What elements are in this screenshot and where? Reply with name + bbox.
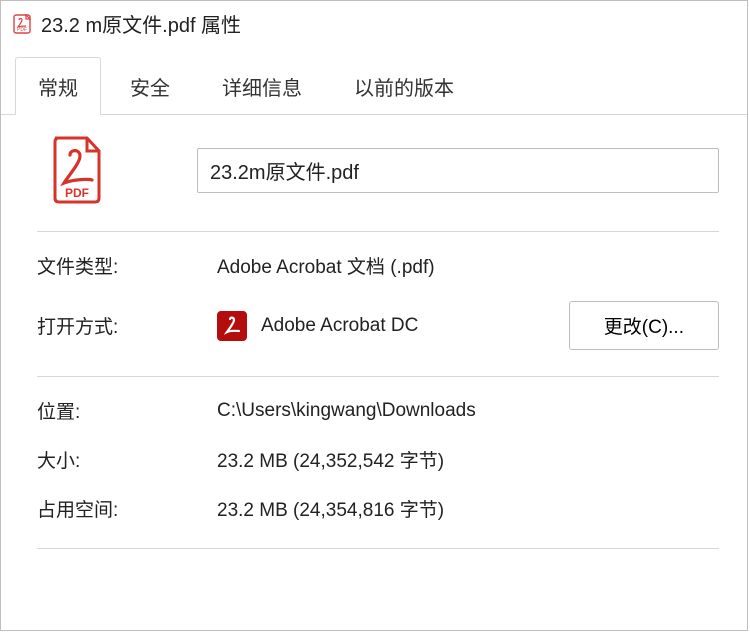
divider	[37, 548, 719, 549]
tab-previous-versions[interactable]: 以前的版本	[331, 57, 477, 115]
window-title: 23.2 m原文件.pdf 属性	[41, 9, 241, 38]
label-open-with: 打开方式:	[37, 312, 217, 339]
pdf-icon: PDF	[13, 14, 31, 34]
general-panel: PDF 文件类型: Adobe Acrobat 文档 (.pdf) 打开方式:	[1, 115, 747, 549]
label-file-type: 文件类型:	[37, 252, 217, 279]
label-size-on-disk: 占用空间:	[37, 495, 217, 522]
filename-field	[197, 148, 719, 193]
tab-general[interactable]: 常规	[15, 57, 101, 115]
open-with-app-name: Adobe Acrobat DC	[261, 315, 418, 337]
svg-text:PDF: PDF	[17, 27, 27, 33]
value-file-type: Adobe Acrobat 文档 (.pdf)	[217, 252, 719, 279]
pdf-badge-text: PDF	[65, 186, 89, 200]
row-file-type: 文件类型: Adobe Acrobat 文档 (.pdf)	[37, 252, 719, 279]
label-size: 大小:	[37, 446, 217, 473]
label-location: 位置:	[37, 397, 217, 424]
filename-input[interactable]	[197, 148, 719, 193]
value-size-on-disk: 23.2 MB (24,354,816 字节)	[217, 495, 719, 522]
value-location: C:\Users\kingwang\Downloads	[217, 400, 719, 422]
tab-security[interactable]: 安全	[107, 57, 193, 115]
row-open-with: 打开方式: Adobe Acrobat DC 更改(C)...	[37, 301, 719, 350]
file-header: PDF	[37, 135, 719, 205]
divider	[37, 376, 719, 377]
value-size: 23.2 MB (24,352,542 字节)	[217, 446, 719, 473]
row-size: 大小: 23.2 MB (24,352,542 字节)	[37, 446, 719, 473]
change-open-with-button[interactable]: 更改(C)...	[569, 301, 719, 350]
titlebar: PDF 23.2 m原文件.pdf 属性	[1, 1, 747, 46]
properties-dialog: PDF 23.2 m原文件.pdf 属性 常规 安全 详细信息 以前的版本 PD…	[0, 0, 748, 631]
divider	[37, 231, 719, 232]
row-location: 位置: C:\Users\kingwang\Downloads	[37, 397, 719, 424]
tab-strip: 常规 安全 详细信息 以前的版本	[1, 56, 747, 115]
row-size-on-disk: 占用空间: 23.2 MB (24,354,816 字节)	[37, 495, 719, 522]
client-area: 常规 安全 详细信息 以前的版本 PDF	[1, 46, 747, 549]
file-type-icon: PDF	[47, 135, 107, 205]
tab-details[interactable]: 详细信息	[199, 57, 325, 115]
value-open-with: Adobe Acrobat DC 更改(C)...	[217, 301, 719, 350]
acrobat-app-icon	[217, 311, 247, 341]
